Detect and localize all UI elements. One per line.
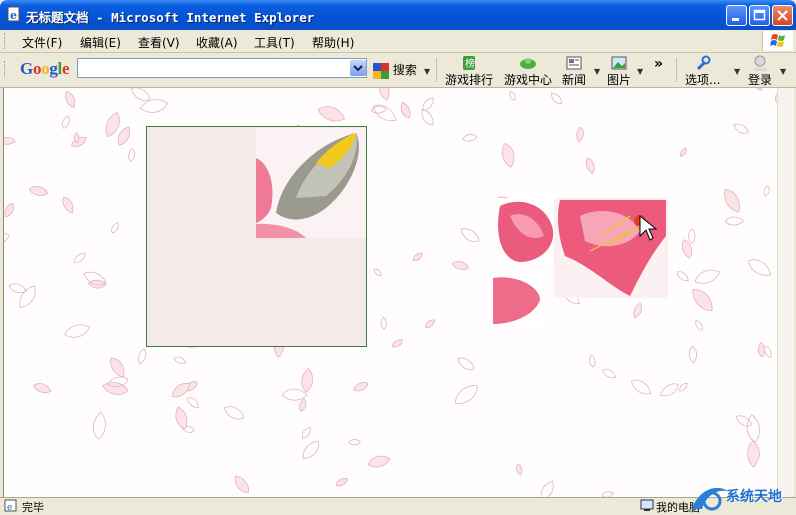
login-button[interactable]: 登录	[748, 55, 772, 88]
search-history-dropdown[interactable]	[350, 60, 366, 76]
maximize-icon	[753, 9, 766, 21]
picture-icon	[611, 56, 627, 70]
menu-tools[interactable]: 工具(T)	[254, 34, 295, 51]
images-button[interactable]: 图片	[607, 55, 631, 88]
windows-flag-icon	[770, 34, 785, 47]
menu-view[interactable]: 查看(V)	[138, 34, 180, 51]
google-logo: Google	[20, 59, 70, 78]
menu-help[interactable]: 帮助(H)	[312, 34, 354, 51]
minimize-icon	[732, 18, 739, 21]
user-icon	[753, 55, 767, 71]
toolbar-grip[interactable]	[4, 61, 8, 77]
newspaper-icon	[566, 56, 582, 70]
news-label: 新闻	[562, 73, 587, 87]
toolbar-separator	[436, 58, 437, 82]
news-options-arrow[interactable]: ▼	[594, 67, 600, 76]
menu-favorites[interactable]: 收藏(A)	[196, 34, 238, 51]
images-options-arrow[interactable]: ▼	[637, 67, 643, 76]
svg-text:e: e	[7, 503, 12, 512]
close-button[interactable]	[772, 5, 793, 26]
status-bar: e 完毕 我的电脑	[0, 497, 796, 514]
menu-file[interactable]: 文件(F)	[22, 34, 62, 51]
options-button[interactable]: 选项...	[685, 55, 720, 88]
puzzle-pieces-unplaced[interactable]	[490, 196, 670, 326]
menu-grip[interactable]	[4, 33, 8, 49]
watermark-text: 系统天地	[726, 489, 782, 505]
game-controller-icon	[520, 58, 536, 69]
google-search-input[interactable]	[77, 58, 367, 78]
windows-logo	[762, 31, 793, 51]
status-text: 完毕	[22, 501, 44, 514]
svg-text:榜: 榜	[465, 57, 475, 70]
chevron-down-icon	[353, 65, 363, 72]
toolbar-separator	[676, 58, 677, 82]
google-g-icon	[373, 62, 389, 79]
game-center-button[interactable]: 游戏中心	[504, 55, 552, 88]
game-center-label: 游戏中心	[504, 73, 553, 87]
puzzle-piece-placed[interactable]	[256, 128, 366, 238]
page-viewport	[3, 88, 778, 497]
login-arrow[interactable]: ▼	[780, 67, 786, 76]
search-button-label: 搜索	[392, 63, 417, 77]
svg-text:e: e	[10, 9, 17, 22]
game-rank-button[interactable]: 榜 游戏排行	[445, 55, 493, 88]
window-title: 无标题文档 - Microsoft Internet Explorer	[26, 10, 315, 25]
wrench-icon	[696, 55, 711, 71]
news-button[interactable]: 新闻	[562, 55, 586, 88]
menu-bar: 文件(F) 编辑(E) 查看(V) 收藏(A) 工具(T) 帮助(H)	[0, 30, 796, 53]
game-rank-label: 游戏排行	[445, 73, 494, 87]
vertical-scrollbar[interactable]	[777, 88, 794, 497]
images-label: 图片	[607, 73, 632, 87]
page-done-icon: e	[4, 499, 17, 512]
options-label: 选项...	[685, 73, 721, 87]
options-arrow[interactable]: ▼	[734, 67, 740, 76]
login-label: 登录	[748, 73, 773, 87]
computer-icon	[640, 499, 654, 511]
menu-edit[interactable]: 编辑(E)	[80, 34, 121, 51]
maximize-button[interactable]	[749, 5, 770, 26]
search-options-arrow[interactable]: ▼	[424, 67, 430, 76]
ie-document-icon: e	[7, 6, 20, 22]
site-watermark: 系统天地	[690, 481, 796, 512]
ranking-icon: 榜	[463, 56, 475, 70]
title-bar[interactable]: e 无标题文档 - Microsoft Internet Explorer	[0, 0, 796, 30]
search-button[interactable]: 搜索	[373, 61, 417, 79]
minimize-button[interactable]	[726, 5, 747, 26]
google-toolbar: Google 搜索 ▼ 榜 游戏排行 游戏中心 新闻 ▼ 图片 ▼ » 选项..…	[0, 53, 796, 88]
more-buttons-chevron[interactable]: »	[654, 56, 663, 72]
close-icon	[777, 10, 788, 21]
